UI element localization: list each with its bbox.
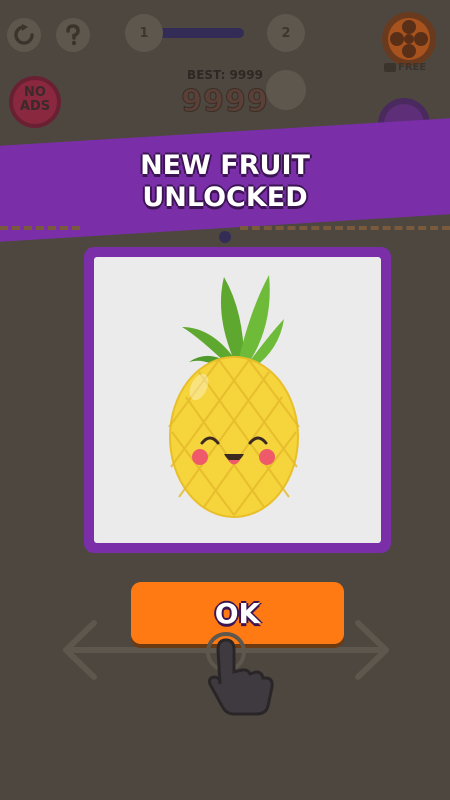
no-ads-line2: ADS [19, 99, 51, 114]
no-ads-button[interactable]: NO ADS [7, 74, 63, 130]
question-icon [66, 24, 80, 46]
limit-line-left [0, 226, 80, 233]
flower-badge-icon [382, 12, 436, 66]
drop-marker [219, 231, 231, 243]
limit-line-right [240, 226, 450, 233]
pineapple-icon [168, 275, 300, 518]
unlock-title-line1: NEW FRUIT [140, 150, 310, 181]
next-fruit-slot [266, 70, 306, 110]
pointing-hand-icon [206, 632, 274, 716]
best-score: BEST: 9999 [187, 68, 263, 82]
level-next: 2 [267, 14, 305, 52]
unlock-title: NEW FRUIT UNLOCKED [0, 150, 450, 214]
restart-button[interactable] [7, 18, 41, 52]
help-button[interactable] [56, 18, 90, 52]
fruit-card [94, 257, 381, 543]
restart-icon [14, 24, 34, 45]
level-current: 1 [125, 14, 163, 52]
no-ads-line1: NO [24, 85, 46, 100]
level-progress-bar [158, 28, 244, 38]
unlock-title-line2: UNLOCKED [142, 182, 308, 213]
